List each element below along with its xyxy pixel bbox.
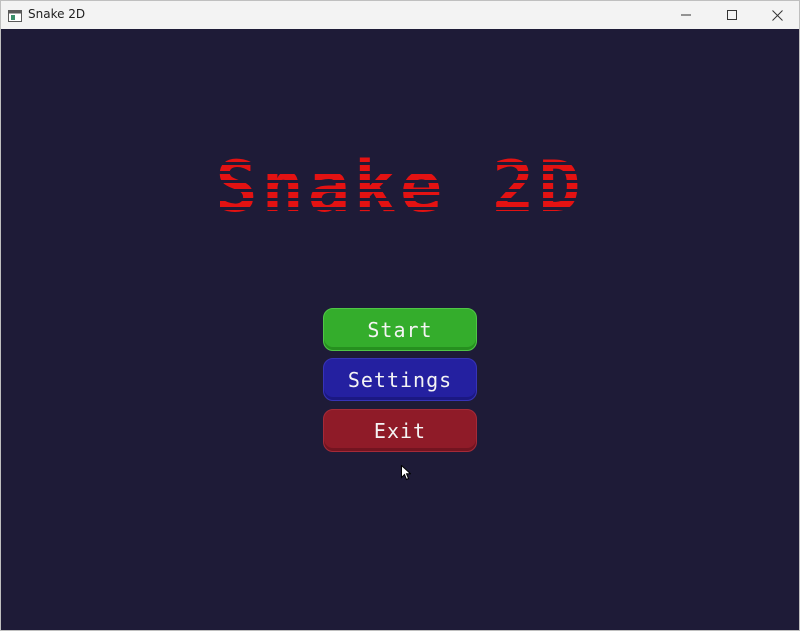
- settings-button[interactable]: Settings: [323, 358, 477, 401]
- close-icon: [771, 9, 783, 21]
- mouse-cursor-icon: [401, 464, 412, 481]
- app-window: Snake 2D Snake 2D Start Settings Exit: [0, 0, 800, 631]
- minimize-icon: [681, 10, 691, 20]
- close-button[interactable]: [754, 1, 799, 29]
- maximize-icon: [727, 10, 737, 20]
- title-bar[interactable]: Snake 2D: [1, 1, 799, 29]
- minimize-button[interactable]: [663, 1, 709, 29]
- exit-button[interactable]: Exit: [323, 409, 477, 452]
- start-button[interactable]: Start: [323, 308, 477, 351]
- game-title: Snake 2D: [215, 146, 585, 228]
- game-canvas: Snake 2D Start Settings Exit: [1, 29, 799, 630]
- window-title: Snake 2D: [28, 7, 86, 21]
- maximize-button[interactable]: [709, 1, 755, 29]
- app-window-icon: [8, 9, 22, 22]
